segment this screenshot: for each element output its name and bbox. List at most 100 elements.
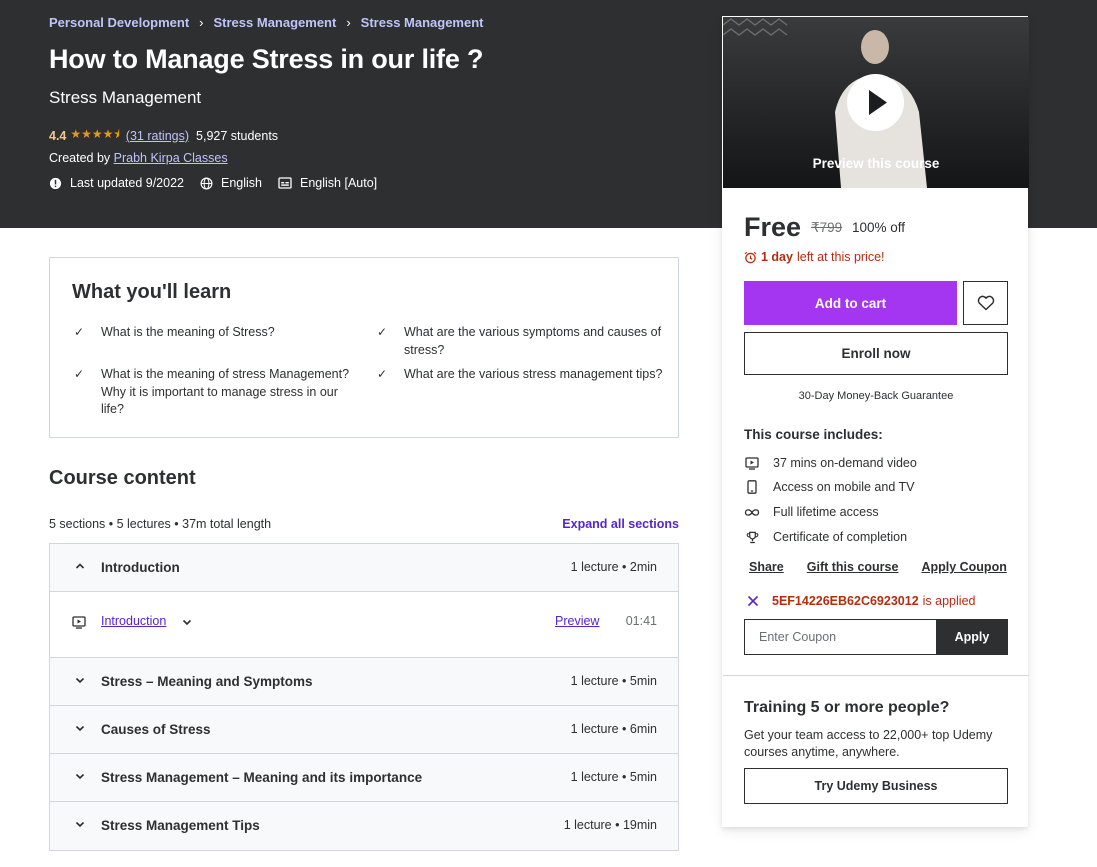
chevron-down-icon[interactable] (181, 616, 193, 628)
section-header[interactable]: Stress Management Tips 1 lecture • 19min (50, 802, 678, 850)
course-preview[interactable]: Preview this course (723, 17, 1029, 188)
chevron-up-icon (75, 563, 85, 569)
ratings-link[interactable]: (31 ratings) (126, 129, 189, 143)
instructor-link[interactable]: Prabh Kirpa Classes (114, 151, 228, 165)
trophy-icon (746, 531, 758, 543)
course-content-summary: 5 sections • 5 lectures • 37m total leng… (49, 517, 272, 531)
play-icon (869, 90, 887, 115)
includes-item: 37 mins on-demand video (744, 456, 917, 470)
course-content-title: Course content (49, 467, 196, 489)
rating-value: 4.4 (49, 128, 67, 143)
chevron-down-icon (75, 821, 85, 828)
lecture-row: Introduction Preview 01:41 (50, 592, 678, 658)
training-description: Get your team access to 22,000+ top Udem… (744, 728, 993, 759)
includes-title: This course includes: (744, 427, 883, 442)
section-title: Stress Management – Meaning and its impo… (101, 770, 423, 785)
enroll-now-button[interactable]: Enroll now (744, 332, 1008, 375)
coupon-code: 5EF14226EB62C6923012 (772, 594, 919, 608)
money-back-guarantee: 30-Day Money-Back Guarantee (798, 390, 954, 402)
section-header[interactable]: Stress Management – Meaning and its impo… (50, 754, 678, 802)
coupon-input[interactable]: Enter Coupon (744, 619, 937, 655)
captions-text: English [Auto] (300, 176, 378, 190)
breadcrumb: Personal Development › Stress Management… (49, 15, 484, 30)
coupon-applied-text: is applied (922, 594, 976, 608)
alert-badge-icon (49, 177, 62, 189)
close-icon[interactable] (747, 595, 759, 607)
breadcrumb-item[interactable]: Personal Development (49, 15, 189, 30)
what-you-will-learn: What you'll learn ✓ What is the meaning … (49, 257, 679, 438)
captions: English [Auto] (278, 176, 377, 190)
section-title: Introduction (101, 560, 180, 575)
mobile-icon (747, 480, 757, 494)
apply-button[interactable]: Apply (936, 619, 1008, 655)
includes-text: Access on mobile and TV (773, 480, 915, 494)
course-meta: Last updated 9/2022 English English [Aut… (49, 176, 393, 190)
learn-item: ✓ What is the meaning of stress Manageme… (74, 366, 361, 419)
chevron-down-icon (75, 677, 85, 684)
learn-item: ✓ What is the meaning of Stress? (74, 324, 361, 342)
includes-item: Access on mobile and TV (744, 480, 915, 494)
expand-all-button[interactable]: Expand all sections (562, 517, 679, 531)
section-meta: 1 lecture • 5min (570, 674, 657, 688)
learn-item: ✓ What are the various stress management… (377, 366, 664, 384)
purchase-card: Preview this course Free ₹799 100% off 1… (722, 16, 1029, 827)
lecture-duration: 01:41 (625, 614, 657, 628)
section-header[interactable]: Causes of Stress 1 lecture • 6min (50, 706, 678, 754)
includes-text: Certificate of completion (773, 530, 908, 544)
created-by-label: Created by (49, 151, 111, 165)
coupon-applied: 5EF14226EB62C6923012 is applied (747, 594, 975, 608)
course-title: How to Manage Stress in our life ? (49, 44, 484, 74)
check-icon: ✓ (377, 325, 388, 339)
price-timer: 1 day left at this price! (744, 250, 885, 264)
video-icon (72, 616, 86, 629)
section-header[interactable]: Stress – Meaning and Symptoms 1 lecture … (50, 658, 678, 706)
breadcrumb-item[interactable]: Stress Management (361, 15, 484, 30)
section-title: Causes of Stress (101, 722, 211, 737)
timer-days: 1 day (761, 250, 793, 264)
heart-icon (977, 295, 994, 311)
section-title: Stress Management Tips (101, 818, 260, 833)
learn-item-text: What are the various symptoms and causes… (404, 325, 662, 357)
apply-coupon-button[interactable]: Apply Coupon (921, 560, 1006, 574)
last-updated-text: Last updated 9/2022 (70, 176, 184, 190)
lecture-preview-link[interactable]: Preview (555, 614, 599, 628)
chevron-right-icon: › (346, 15, 351, 30)
section-meta: 1 lecture • 19min (563, 818, 657, 832)
price: Free (744, 212, 802, 242)
language: English (200, 176, 262, 190)
learn-item-text: What are the various stress management t… (404, 367, 663, 381)
training-title: Training 5 or more people? (744, 699, 950, 716)
card-links: Share Gift this course Apply Coupon (749, 560, 1007, 574)
last-updated: Last updated 9/2022 (49, 176, 184, 190)
learn-title: What you'll learn (72, 281, 232, 303)
gift-course-button[interactable]: Gift this course (807, 560, 899, 574)
includes-text: 37 mins on-demand video (773, 456, 917, 470)
course-subtitle: Stress Management (49, 88, 202, 107)
discount-percent: 100% off (852, 220, 906, 235)
students-count: 5,927 students (196, 128, 279, 143)
divider (723, 675, 1029, 676)
section-header[interactable]: Introduction 1 lecture • 2min (50, 544, 678, 592)
chevron-right-icon: › (199, 15, 204, 30)
check-icon: ✓ (74, 367, 85, 381)
breadcrumb-item[interactable]: Stress Management (214, 15, 337, 30)
section-meta: 1 lecture • 2min (570, 560, 657, 574)
check-icon: ✓ (74, 325, 85, 339)
language-text: English (221, 176, 262, 190)
check-icon: ✓ (377, 367, 388, 381)
learn-item-text: What is the meaning of Stress? (101, 325, 275, 339)
chevron-down-icon (75, 725, 85, 732)
try-business-button[interactable]: Try Udemy Business (744, 768, 1008, 804)
add-to-cart-button[interactable]: Add to cart (744, 281, 957, 325)
play-button[interactable] (847, 74, 904, 131)
lecture-title-link[interactable]: Introduction (101, 614, 166, 628)
section-meta: 1 lecture • 6min (570, 722, 657, 736)
section-meta: 1 lecture • 5min (570, 770, 657, 784)
original-price: ₹799 (811, 220, 843, 235)
share-button[interactable]: Share (749, 560, 784, 574)
wishlist-button[interactable] (963, 281, 1008, 325)
includes-item: Full lifetime access (744, 505, 879, 519)
created-by: Created by Prabh Kirpa Classes (49, 151, 228, 165)
closed-captions-icon (278, 177, 292, 189)
includes-item: Certificate of completion (744, 530, 907, 544)
